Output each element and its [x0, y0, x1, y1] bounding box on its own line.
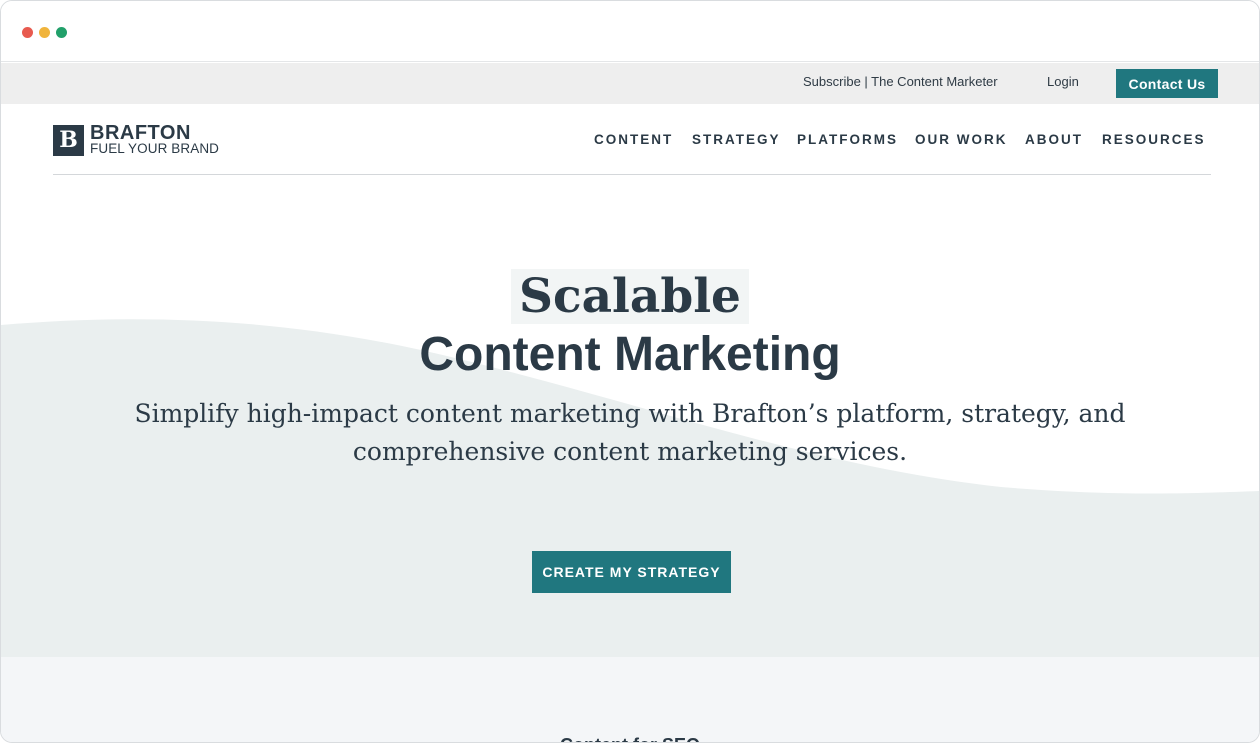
site-header: B BRAFTON FUEL YOUR BRAND CONTENT STRATE…: [1, 104, 1259, 175]
logo-mark-icon: B: [53, 124, 84, 156]
hero-section: Scalable Content Marketing Simplify high…: [1, 175, 1259, 657]
nav-item-resources[interactable]: RESOURCES: [1102, 132, 1206, 147]
logo-text: BRAFTON FUEL YOUR BRAND: [90, 122, 220, 156]
nav-item-platforms[interactable]: PLATFORMS: [797, 132, 898, 147]
next-section-heading: Content for SEO: [1, 735, 1259, 742]
create-my-strategy-button[interactable]: CREATE MY STRATEGY: [532, 551, 731, 593]
nav-item-about[interactable]: ABOUT: [1025, 132, 1083, 147]
logo-tagline: FUEL YOUR BRAND: [90, 141, 220, 156]
nav-item-our-work[interactable]: OUR WORK: [915, 132, 1008, 147]
brafton-logo[interactable]: B BRAFTON FUEL YOUR BRAND: [53, 122, 220, 156]
hero-subtitle: Simplify high-impact content marketing w…: [134, 399, 1126, 466]
minimize-window-dot[interactable]: [39, 27, 50, 38]
maximize-window-dot[interactable]: [56, 27, 67, 38]
close-window-dot[interactable]: [22, 27, 33, 38]
browser-chrome: [1, 1, 1259, 62]
hero-title-line1: Scalable: [1, 269, 1259, 325]
hero-title-line2: Content Marketing: [419, 328, 841, 381]
nav-item-content[interactable]: CONTENT: [594, 132, 673, 147]
login-link[interactable]: Login: [1047, 74, 1079, 89]
hero-title-highlight: Scalable: [511, 269, 749, 324]
browser-window: Subscribe | The Content Marketer Login C…: [0, 0, 1260, 743]
utility-bar: Subscribe | The Content Marketer Login C…: [1, 63, 1259, 104]
nav-item-strategy[interactable]: STRATEGY: [692, 132, 781, 147]
contact-us-button[interactable]: Contact Us: [1116, 69, 1218, 98]
logo-name: BRAFTON: [90, 122, 191, 144]
subscribe-link[interactable]: Subscribe | The Content Marketer: [803, 74, 998, 89]
next-section: Content for SEO: [1, 657, 1259, 742]
